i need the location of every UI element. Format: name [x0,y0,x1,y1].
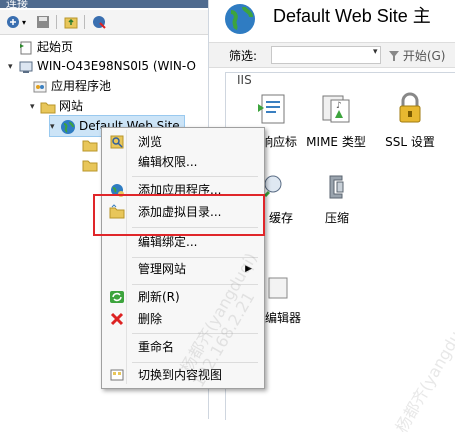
menu-item-label: 浏览 [138,135,163,149]
connections-title: 连接 [6,0,28,8]
delete-icon [109,311,125,327]
feature-compression[interactable]: 压缩 [317,172,357,226]
feature-label: 响应标 [260,135,297,149]
feature-label: 编辑器 [265,311,302,325]
lock-icon [383,92,437,129]
menu-item-browse[interactable]: 浏览 [104,132,262,152]
page-title: Default Web Site 主 [273,6,431,26]
mime-types-icon: ♪ [305,92,367,129]
page-header: Default Web Site 主 [209,0,455,40]
feature-label: 缓存 [268,211,293,225]
menu-item-label: 管理网站 [138,262,187,276]
tree-item-child-folder[interactable] [82,134,101,154]
globe-icon [60,119,76,135]
menu-item-label: 刷新(R) [138,290,180,304]
browse-icon [109,134,125,150]
menu-item-label: 切换到内容视图 [138,368,223,382]
start-filter-button[interactable]: 开始(G) [389,47,446,64]
tree-label: 网站 [59,99,84,113]
feature-label: 压缩 [324,211,349,225]
menu-item-label: 编辑权限... [138,155,198,169]
connect-dropdown-icon[interactable]: ▾ [20,13,28,31]
context-menu: 浏览 编辑权限... 添加应用程序... 添加虚拟目录... 编辑绑定... 管… [101,127,265,389]
save-icon[interactable] [34,13,52,31]
filter-label: 筛选: [229,49,258,63]
tree-item-child-folder[interactable] [82,154,101,174]
start-page-icon [18,40,34,56]
collapse-arrow-icon[interactable]: ▾ [30,97,40,117]
server-icon [18,59,34,75]
feature-label: SSL 设置 [385,135,435,149]
feature-mime-types[interactable]: ♪ MIME 类型 [305,92,367,150]
globe-icon [223,2,257,39]
tree-label: WIN-O43E98NS0I5 (WIN-O [37,59,196,73]
tree-item-start-page[interactable]: 起始页 [18,37,73,57]
tree-item-sites[interactable]: ▾ 网站 [30,96,83,116]
application-pool-icon [32,79,48,95]
connections-toolbar: ▾ [0,10,208,35]
disconnect-icon[interactable] [90,13,108,31]
menu-item-delete[interactable]: 删除 [104,309,262,329]
red-highlight-annotation [93,194,265,236]
response-headers-icon [247,92,299,129]
menu-item-rename[interactable]: 重命名 [104,337,262,357]
menu-item-refresh[interactable]: 刷新(R) [104,287,262,307]
section-label-iis: IIS [237,73,252,87]
tree-item-server[interactable]: ▾ WIN-O43E98NS0I5 (WIN-O [8,56,196,76]
tree-label: 起始页 [37,40,74,54]
filter-bar: 筛选: ▾ 开始(G) [209,42,455,68]
folder-icon [82,157,98,173]
menu-item-edit-permissions[interactable]: 编辑权限... [104,152,262,172]
svg-text:♪: ♪ [336,101,342,111]
menu-item-manage-website[interactable]: 管理网站 ▶ [104,259,262,279]
feature-ssl-settings[interactable]: SSL 设置 [383,92,437,150]
collapse-arrow-icon[interactable]: ▾ [8,57,18,77]
collapse-arrow-icon[interactable]: ▾ [50,117,60,137]
menu-item-label: 删除 [138,312,163,326]
funnel-icon [389,51,399,61]
connections-header: 连接 [0,0,208,8]
up-level-icon[interactable] [62,13,80,31]
compression-clamp-icon [317,172,357,205]
menu-item-label: 重命名 [138,340,175,354]
menu-item-switch-content-view[interactable]: 切换到内容视图 [104,365,262,385]
folder-icon [82,137,98,153]
refresh-icon [109,289,125,305]
filter-input[interactable] [271,46,381,64]
start-filter-label: 开始(G) [402,49,446,63]
submenu-arrow-icon: ▶ [245,264,252,274]
sites-folder-icon [40,99,56,115]
content-view-icon [109,367,125,383]
tree-label: 应用程序池 [51,79,112,93]
filter-dropdown-icon[interactable]: ▾ [373,47,378,57]
feature-label: MIME 类型 [306,135,366,149]
tree-item-app-pools[interactable]: 应用程序池 [32,76,111,96]
